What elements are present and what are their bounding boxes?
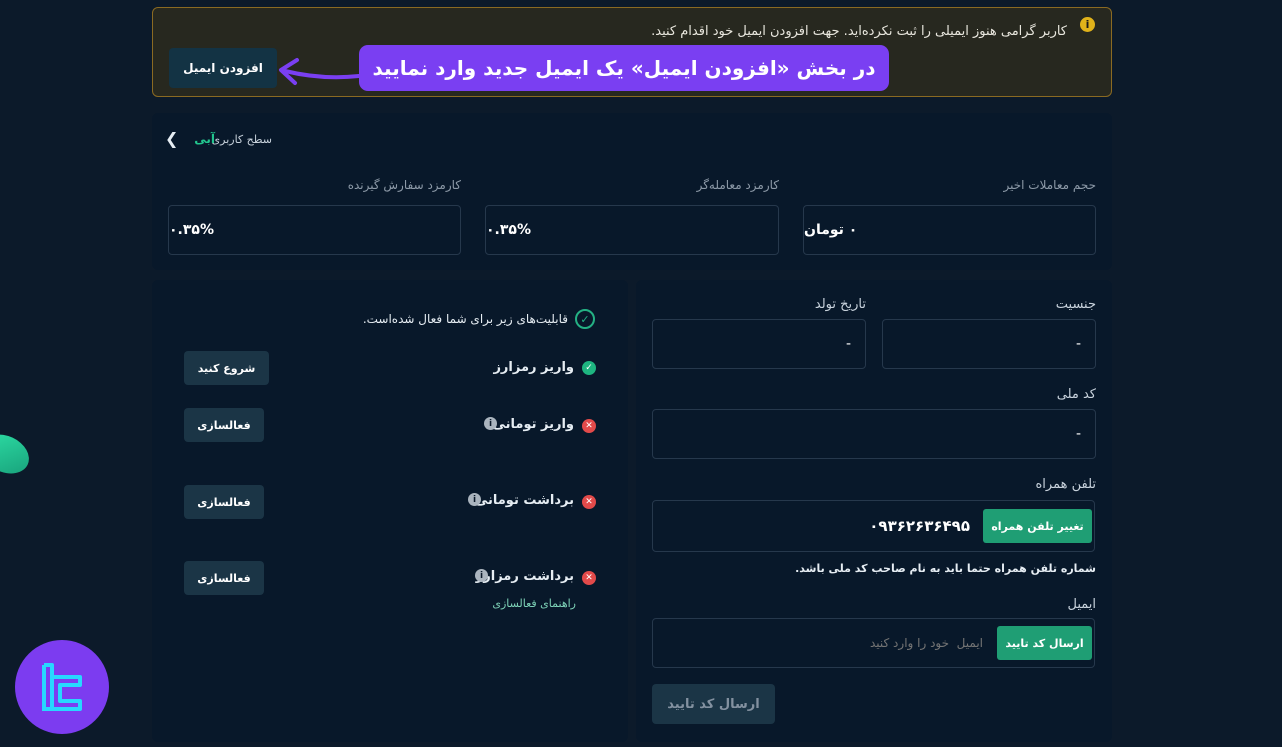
feature-crypto-withdraw-label: برداشت رمزارز <box>475 569 574 584</box>
decorative-blob <box>0 427 36 481</box>
features-panel: ✓ قابلیت‌های زیر برای شما فعال شده‌است. … <box>152 280 628 742</box>
profile-panel: جنسیت - تاریخ تولد - کد ملی - تلفن همراه… <box>636 280 1112 742</box>
taker-fee-label: کارمزد سفارش گیرنده <box>347 178 461 192</box>
phone-note: شماره تلفن همراه حتما باید به نام صاحب ک… <box>795 562 1096 575</box>
info-icon[interactable]: i <box>475 569 488 582</box>
start-crypto-deposit-button[interactable]: شروع کنید <box>184 351 269 385</box>
feature-toman-deposit-label: واریز تومانی <box>492 417 574 432</box>
feature-toman-withdraw-label: برداشت تومانی <box>474 493 574 508</box>
activate-crypto-withdraw-button[interactable]: فعالسازی <box>184 561 264 595</box>
email-input[interactable] <box>803 619 983 667</box>
email-label: ایمیل <box>1067 597 1096 612</box>
info-icon[interactable]: i <box>484 417 497 430</box>
send-email-code-button[interactable]: ارسال کد تایید <box>997 626 1092 660</box>
recent-volume-value: ۰ تومان <box>803 205 1096 255</box>
brand-logo <box>15 640 109 734</box>
arrow-icon <box>279 58 361 85</box>
birth-date-field: - <box>652 319 866 369</box>
activate-toman-withdraw-button[interactable]: فعالسازی <box>184 485 264 519</box>
feature-crypto-deposit-label: واریز رمزارز <box>493 360 574 375</box>
phone-value: ۰۹۳۶۲۶۳۶۴۹۵ <box>869 517 970 535</box>
birth-date-label: تاریخ تولد <box>814 297 866 312</box>
info-icon[interactable]: i <box>468 493 481 506</box>
maker-fee-label: کارمزد معامله‌گر <box>696 178 779 192</box>
logo-icon <box>42 663 82 711</box>
activation-guide-link[interactable]: راهنمای فعالسازی <box>492 597 576 610</box>
annotation-callout: در بخش «افزودن ایمیل» یک ایمیل جدید وارد… <box>359 45 889 91</box>
taker-fee-value: ۰.۳۵% <box>168 205 461 255</box>
maker-fee-value: ۰.۳۵% <box>485 205 779 255</box>
user-level-card: سطح کاربری آبی ❮ حجم معاملات اخیر ۰ توما… <box>152 113 1112 270</box>
change-phone-button[interactable]: تغییر تلفن همراه <box>983 509 1092 543</box>
add-email-button[interactable]: افزودن ایمیل <box>169 48 277 88</box>
national-id-field: - <box>652 409 1096 459</box>
chevron-left-icon[interactable]: ❮ <box>165 129 178 148</box>
alert-message: کاربر گرامی هنوز ایمیلی را ثبت نکرده‌اید… <box>651 24 1067 39</box>
cross-icon: ✕ <box>582 571 596 585</box>
email-alert: i کاربر گرامی هنوز ایمیلی را ثبت نکرده‌ا… <box>152 7 1112 97</box>
national-id-label: کد ملی <box>1056 387 1096 402</box>
user-level-label: سطح کاربری <box>211 133 272 146</box>
gender-label: جنسیت <box>1055 297 1096 312</box>
check-circle-icon: ✓ <box>575 309 595 329</box>
cross-icon: ✕ <box>582 419 596 433</box>
gender-field: - <box>882 319 1096 369</box>
recent-volume-label: حجم معاملات اخیر <box>1003 178 1096 192</box>
activate-toman-deposit-button[interactable]: فعالسازی <box>184 408 264 442</box>
user-level-value: آبی <box>194 132 215 146</box>
cross-icon: ✕ <box>582 495 596 509</box>
phone-label: تلفن همراه <box>1035 477 1097 492</box>
features-title: قابلیت‌های زیر برای شما فعال شده‌است. <box>362 312 568 326</box>
submit-code-button[interactable]: ارسال کد تایید <box>652 684 775 724</box>
check-icon: ✓ <box>582 361 596 375</box>
info-icon: i <box>1080 17 1095 32</box>
